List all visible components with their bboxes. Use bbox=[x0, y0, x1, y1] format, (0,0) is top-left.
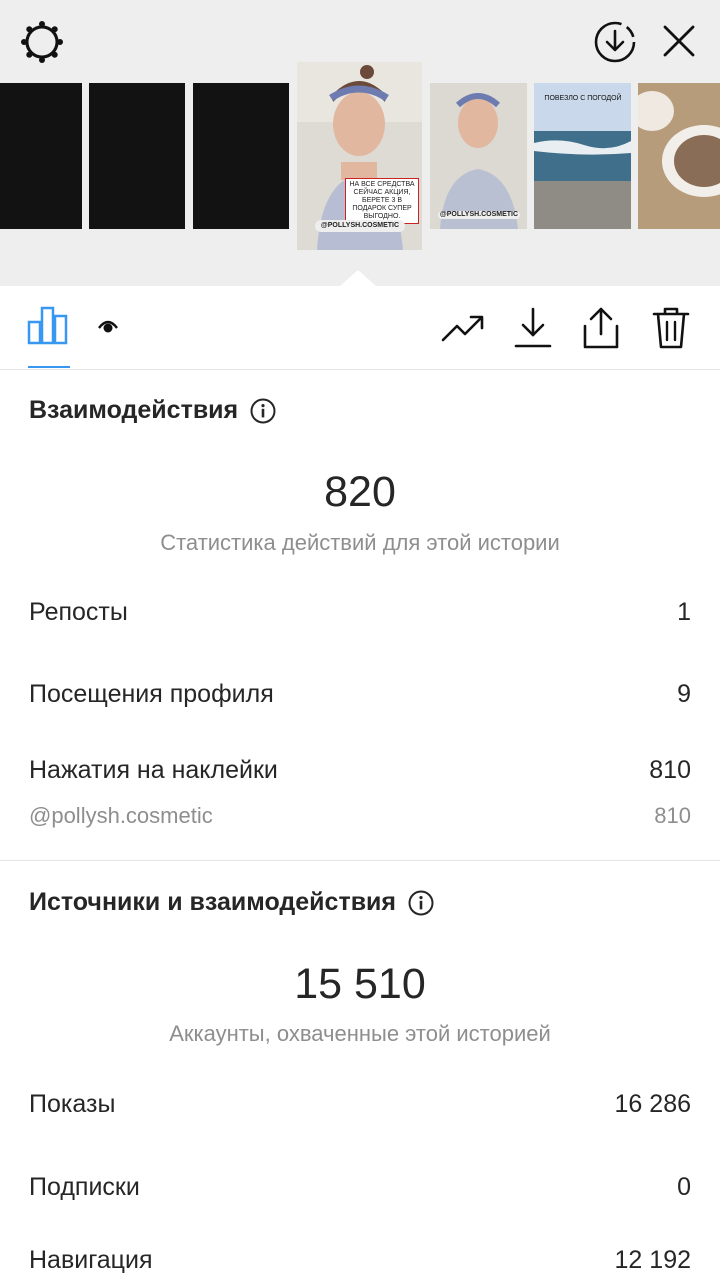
stat-label: Показы bbox=[29, 1090, 116, 1118]
mention-sticker: @POLLYSH.COSMETIC bbox=[438, 211, 520, 219]
story-thumbnails-strip: НА ВСЕ СРЕДСТВА СЕЙЧАС АКЦИЯ, БЕРЕТЕ 3 В… bbox=[0, 62, 720, 252]
story-thumbnail-selected[interactable]: НА ВСЕ СРЕДСТВА СЕЙЧАС АКЦИЯ, БЕРЕТЕ 3 В… bbox=[297, 62, 422, 250]
sticker-mention-label: @pollysh.cosmetic bbox=[29, 803, 213, 828]
story-caption: ПОВЕЗЛО С ПОГОДОЙ bbox=[544, 95, 622, 102]
stat-label: Подписки bbox=[29, 1173, 140, 1201]
close-icon[interactable] bbox=[656, 18, 702, 64]
stat-label: Посещения профиля bbox=[29, 680, 274, 708]
stat-label: Нажатия на наклейки bbox=[29, 756, 278, 784]
story-thumbnail[interactable]: @POLLYSH.COSMETIC bbox=[430, 83, 527, 229]
info-icon[interactable] bbox=[408, 890, 434, 916]
stat-label: Навигация bbox=[29, 1246, 153, 1274]
stat-row-navigation: Навигация 12 192 bbox=[29, 1246, 691, 1275]
stat-row-sticker-taps: Нажатия на наклейки 810 bbox=[29, 756, 691, 785]
download-circle-icon[interactable] bbox=[590, 17, 640, 67]
story-preview-header: НА ВСЕ СРЕДСТВА СЕЙЧАС АКЦИЯ, БЕРЕТЕ 3 В… bbox=[0, 0, 720, 286]
mention-sticker: @POLLYSH.COSMETIC bbox=[315, 220, 405, 232]
story-thumbnail[interactable] bbox=[193, 83, 289, 229]
stat-row-reposts: Репосты 1 bbox=[29, 598, 691, 627]
save-download-icon[interactable] bbox=[510, 306, 556, 350]
insights-toolbar bbox=[0, 286, 720, 370]
stat-value: 12 192 bbox=[614, 1246, 691, 1274]
stat-value: 1 bbox=[677, 598, 691, 626]
stat-label: Репосты bbox=[29, 598, 128, 626]
delete-trash-icon[interactable] bbox=[648, 306, 694, 350]
info-icon[interactable] bbox=[250, 398, 276, 424]
story-thumbnail[interactable] bbox=[0, 83, 82, 229]
stat-value: 9 bbox=[677, 680, 691, 708]
sticker-mention-value: 810 bbox=[654, 803, 691, 828]
story-thumbnail[interactable]: ПОВЕЗЛО С ПОГОДОЙ bbox=[534, 83, 631, 229]
section-divider bbox=[0, 860, 720, 861]
stat-row-sticker-mention[interactable]: @pollysh.cosmetic 810 bbox=[29, 803, 691, 829]
settings-icon[interactable] bbox=[18, 18, 66, 66]
active-tab-indicator bbox=[28, 366, 70, 368]
reach-caption: Аккаунты, охваченные этой историей bbox=[169, 1021, 551, 1046]
reach-total: 15 510 bbox=[294, 960, 426, 1008]
share-icon[interactable] bbox=[578, 306, 624, 350]
promote-trend-icon[interactable] bbox=[440, 306, 486, 350]
stat-row-profile-visits: Посещения профиля 9 bbox=[29, 680, 691, 709]
viewers-eye-icon[interactable] bbox=[96, 316, 120, 336]
interactions-title: Взаимодействия bbox=[29, 396, 239, 424]
interactions-caption: Статистика действий для этой истории bbox=[160, 530, 560, 555]
interactions-total: 820 bbox=[324, 468, 396, 516]
discovery-section-title: Источники и взаимодействия bbox=[29, 888, 434, 917]
sticker-caption: НА ВСЕ СРЕДСТВА СЕЙЧАС АКЦИЯ, БЕРЕТЕ 3 В… bbox=[345, 178, 419, 224]
interactions-section-title: Взаимодействия bbox=[29, 396, 276, 425]
discovery-title: Источники и взаимодействия bbox=[29, 888, 397, 916]
selected-pointer bbox=[340, 270, 376, 286]
stat-value: 0 bbox=[677, 1173, 691, 1201]
stat-value: 810 bbox=[649, 756, 691, 784]
stat-row-follows: Подписки 0 bbox=[29, 1173, 691, 1202]
stat-value: 16 286 bbox=[614, 1090, 691, 1118]
story-thumbnail[interactable] bbox=[89, 83, 185, 229]
insights-bar-chart-icon[interactable] bbox=[26, 302, 70, 346]
stat-row-impressions: Показы 16 286 bbox=[29, 1090, 691, 1119]
story-thumbnail[interactable] bbox=[638, 83, 720, 229]
